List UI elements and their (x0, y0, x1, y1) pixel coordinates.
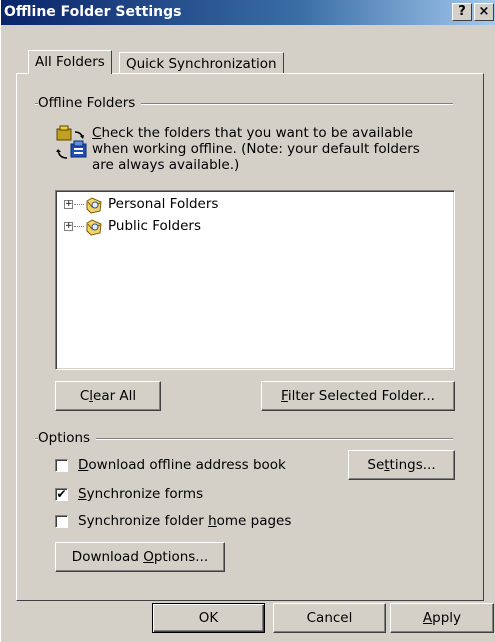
dialog-window: Offline Folder Settings ? × All Folders … (0, 0, 495, 642)
options-divider (35, 438, 453, 440)
cancel-label: Cancel (306, 610, 353, 626)
sync-home-pages-checkbox[interactable] (55, 515, 68, 528)
label-mnemonic: O (143, 549, 154, 565)
label-mnemonic: A (422, 610, 433, 626)
label-part: tings... (389, 457, 436, 473)
label-part: ynchronize forms (86, 486, 204, 502)
sync-home-pages-label[interactable]: Synchronize folder home pages (78, 513, 291, 529)
download-address-book-label[interactable]: Download offline address book (78, 457, 286, 473)
description-line-3: are always available.) (92, 157, 240, 173)
offline-folders-description: Check the folders that you want to be av… (92, 125, 462, 173)
download-options-button[interactable]: Download Options... (55, 542, 225, 572)
expand-icon[interactable]: + (64, 222, 73, 231)
label-mnemonic: D (78, 457, 89, 473)
label-part: Synchronize folder (78, 513, 209, 529)
tree-item-label: Personal Folders (108, 196, 219, 212)
label-part: ptions... (153, 549, 209, 565)
label-part: ear All (93, 388, 137, 404)
settings-button[interactable]: Settings... (348, 450, 455, 480)
label-part: Se (367, 457, 385, 473)
sync-folder-icon (56, 125, 87, 159)
label-mnemonic: S (78, 486, 87, 502)
description-line-1: Check the folders that you want to be av… (92, 125, 462, 141)
label-part: ilter Selected Folder... (287, 388, 435, 404)
tab-all-folders-label: All Folders (35, 54, 105, 70)
help-button[interactable]: ? (452, 3, 472, 21)
label-part: pply (432, 610, 462, 626)
close-button[interactable]: × (474, 3, 494, 21)
clear-all-label: Clear All (80, 388, 136, 404)
synchronize-forms-label[interactable]: Synchronize forms (78, 486, 203, 502)
options-group-label: Options (38, 430, 97, 446)
label-mnemonic: h (208, 513, 217, 529)
download-options-label: Download Options... (72, 549, 208, 565)
folder-icon (86, 219, 102, 236)
filter-selected-folder-button[interactable]: Filter Selected Folder... (261, 381, 455, 411)
tab-quick-synchronization-label: Quick Synchronization (126, 56, 277, 72)
ok-label: OK (198, 610, 219, 626)
clear-all-button[interactable]: Clear All (55, 381, 161, 411)
tab-all-folders[interactable]: All Folders (28, 50, 112, 74)
title-bar[interactable]: Offline Folder Settings ? × (1, 0, 495, 25)
apply-button[interactable]: Apply (390, 603, 494, 633)
synchronize-forms-checkbox[interactable]: ✔ (55, 488, 68, 501)
label-mnemonic: F (281, 388, 288, 404)
label-part: C (79, 388, 90, 404)
ok-button[interactable]: OK (152, 603, 265, 633)
window-title: Offline Folder Settings (4, 4, 182, 20)
tab-quick-synchronization[interactable]: Quick Synchronization (119, 52, 284, 74)
description-line-1-text: heck the folders that you want to be ava… (101, 125, 413, 141)
offline-folders-group-label: Offline Folders (38, 95, 142, 111)
tree-item-label: Public Folders (108, 218, 201, 234)
expand-icon[interactable]: + (64, 200, 73, 209)
apply-label: Apply (423, 610, 461, 626)
filter-selected-folder-label: Filter Selected Folder... (281, 388, 435, 404)
label-part: ome pages (216, 513, 292, 529)
settings-label: Settings... (367, 457, 435, 473)
tree-connector (74, 226, 84, 227)
label-part: Download (71, 549, 144, 565)
description-line-2: when working offline. (Note: your defaul… (92, 141, 420, 157)
folder-icon (86, 197, 102, 214)
label-part: ownload offline address book (88, 457, 286, 473)
cancel-button[interactable]: Cancel (273, 603, 386, 633)
check-mark-icon: ✔ (56, 487, 67, 501)
tree-connector (74, 204, 84, 205)
folder-tree[interactable]: + Personal Folders + Public Folders (55, 190, 455, 370)
download-address-book-checkbox[interactable] (55, 459, 68, 472)
